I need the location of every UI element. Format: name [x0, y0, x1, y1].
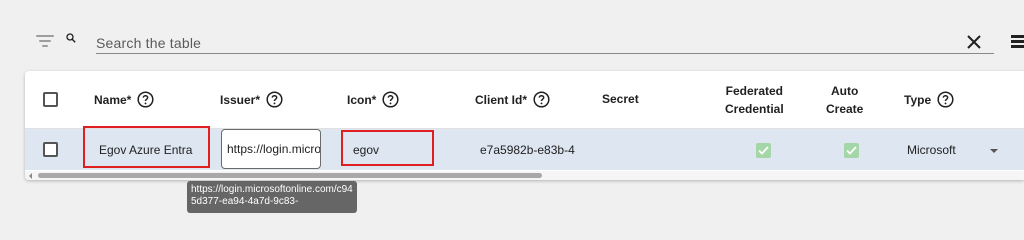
column-header-icon-label: Icon* — [347, 92, 377, 107]
help-circle-icon[interactable] — [937, 91, 954, 108]
check-icon — [846, 146, 857, 155]
help-circle-icon[interactable] — [266, 91, 283, 108]
horizontal-scrollbar[interactable] — [25, 171, 1024, 180]
check-icon — [758, 146, 769, 155]
issuer-value: https://login.microsoftonline.com/c945d3… — [227, 142, 321, 156]
column-header-type-label: Type — [904, 92, 932, 107]
table-row[interactable]: Egov Azure Entra https://login.microsoft… — [25, 126, 1024, 170]
auto-create-checkbox[interactable] — [844, 143, 859, 158]
filter-icon[interactable] — [36, 35, 54, 49]
column-header-client-id-label: Client Id* — [475, 92, 528, 107]
federated-credential-checkbox[interactable] — [756, 143, 771, 158]
issuer-field[interactable]: https://login.microsoftonline.com/c945d3… — [221, 129, 321, 169]
scroll-left-arrow[interactable] — [29, 173, 32, 179]
help-circle-icon[interactable] — [533, 91, 550, 108]
column-header-secret[interactable]: Secret — [602, 92, 639, 106]
data-table: Name* Issuer* Icon* Client Id* Secret Fe… — [25, 71, 1024, 180]
search-input[interactable] — [96, 33, 994, 53]
row-checkbox[interactable] — [43, 142, 58, 157]
column-header-federated-credential[interactable]: Federated Credential — [725, 83, 784, 117]
column-header-issuer[interactable]: Issuer* — [220, 91, 283, 108]
type-select[interactable]: Microsoft — [907, 143, 956, 157]
column-header-auto-line1: Auto — [831, 84, 859, 98]
column-header-secret-label: Secret — [602, 92, 639, 106]
column-header-auto-line2: Create — [826, 102, 864, 116]
column-header-icon[interactable]: Icon* — [347, 91, 399, 108]
scrollbar-thumb[interactable] — [38, 173, 542, 178]
column-header-type[interactable]: Type — [904, 91, 954, 108]
help-circle-icon[interactable] — [382, 91, 399, 108]
column-header-federated-line2: Credential — [725, 102, 784, 116]
client-id-cell[interactable]: e7a5982b-e83b-4 — [480, 143, 575, 157]
icon-cell[interactable]: egov — [353, 143, 379, 157]
select-all-checkbox[interactable] — [43, 92, 58, 107]
column-header-federated-line1: Federated — [725, 84, 784, 98]
page: Name* Issuer* Icon* — [0, 0, 1024, 213]
search-field — [96, 33, 994, 54]
table-header-row: Name* Issuer* Icon* Client Id* Secret Fe… — [25, 71, 1024, 129]
column-header-name-label: Name* — [94, 92, 132, 107]
column-header-name[interactable]: Name* — [94, 91, 154, 108]
search-icon — [66, 33, 76, 43]
help-circle-icon[interactable] — [137, 91, 154, 108]
close-icon[interactable] — [966, 34, 982, 50]
column-header-client-id[interactable]: Client Id* — [475, 91, 550, 108]
column-header-auto-create[interactable]: Auto Create — [826, 83, 863, 117]
caret-down-icon[interactable] — [990, 149, 998, 153]
menu-icon[interactable] — [1011, 35, 1024, 49]
name-cell[interactable]: Egov Azure Entra — [99, 143, 192, 157]
column-header-issuer-label: Issuer* — [220, 92, 261, 107]
issuer-tooltip: https://login.microsoftonline.com/c945d3… — [187, 181, 357, 213]
